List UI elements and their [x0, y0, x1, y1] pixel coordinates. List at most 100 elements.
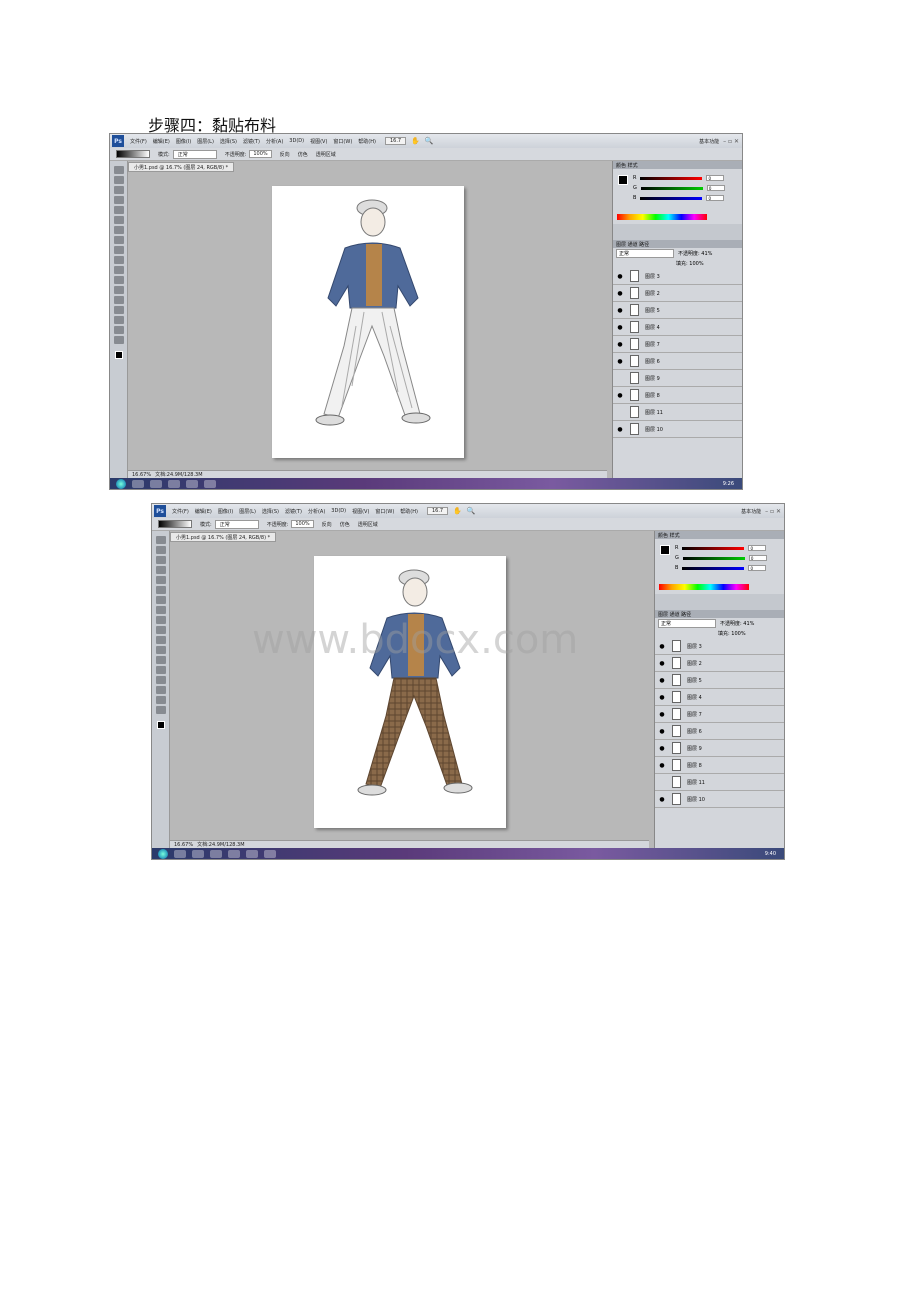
menu-window[interactable]: 窗口(W) [372, 508, 397, 515]
eye-icon[interactable]: ● [616, 358, 624, 365]
eye-icon[interactable]: ● [658, 677, 666, 684]
stamp-tool-icon[interactable] [155, 606, 166, 614]
menu-analysis[interactable]: 分析(A) [305, 508, 328, 515]
hand-tool-icon[interactable] [155, 696, 166, 704]
document-tab[interactable]: 小男1.psd @ 16.7% (图层 24, RGB/8) * [128, 162, 235, 172]
layer-row[interactable]: ● 图层 4 [613, 319, 742, 336]
menu-3d[interactable]: 3D(D) [328, 508, 349, 514]
layer-row[interactable]: ● 图层 7 [613, 336, 742, 353]
move-tool-icon[interactable] [155, 536, 166, 544]
path-select-tool-icon[interactable] [113, 296, 124, 304]
menu-edit[interactable]: 编辑(E) [192, 508, 215, 515]
marquee-tool-icon[interactable] [113, 176, 124, 184]
color-swatch[interactable] [660, 545, 670, 555]
menu-image[interactable]: 图像(I) [173, 138, 194, 145]
stamp-tool-icon[interactable] [113, 236, 124, 244]
window-controls-icon[interactable]: – ▫ ✕ [765, 508, 784, 515]
menu-layer[interactable]: 图层(L) [236, 508, 259, 515]
eraser-tool-icon[interactable] [155, 616, 166, 624]
gradient-tool-icon[interactable] [113, 256, 124, 264]
layer-row[interactable]: ● 图层 5 [655, 672, 784, 689]
eyedropper-tool-icon[interactable] [155, 586, 166, 594]
layer-opacity[interactable]: 不透明度: 41% [678, 250, 712, 257]
layer-row[interactable]: 图层 9 [613, 370, 742, 387]
layer-row[interactable]: ● 图层 5 [613, 302, 742, 319]
zoom-icon[interactable]: 🔍 [467, 507, 476, 515]
eye-icon[interactable]: ● [658, 728, 666, 735]
taskbar-app-icon[interactable] [174, 849, 186, 858]
workspace-dropdown[interactable]: 基本功能 [741, 508, 765, 515]
reverse-checkbox[interactable]: 反向 [280, 151, 290, 158]
taskbar-app-icon[interactable] [246, 849, 258, 858]
layer-row[interactable]: ● 图层 3 [655, 638, 784, 655]
eye-icon[interactable]: ● [616, 324, 624, 331]
green-slider[interactable]: G0 [633, 185, 729, 191]
hand-tool-icon[interactable] [113, 326, 124, 334]
brush-tool-icon[interactable] [113, 226, 124, 234]
wand-tool-icon[interactable] [155, 566, 166, 574]
layer-row[interactable]: 图层 11 [613, 404, 742, 421]
menu-image[interactable]: 图像(I) [215, 508, 236, 515]
eye-icon[interactable]: ● [616, 426, 624, 433]
menu-analysis[interactable]: 分析(A) [263, 138, 286, 145]
green-slider[interactable]: G0 [675, 555, 771, 561]
mode-select[interactable]: 正常 [172, 149, 217, 159]
menu-window[interactable]: 窗口(W) [330, 138, 355, 145]
layer-row[interactable]: ● 图层 4 [655, 689, 784, 706]
menu-filter[interactable]: 滤镜(T) [240, 138, 263, 145]
eye-icon[interactable]: ● [616, 341, 624, 348]
eye-icon[interactable]: ● [658, 762, 666, 769]
eye-icon[interactable]: ● [658, 643, 666, 650]
taskbar-app-icon[interactable] [186, 479, 198, 488]
menu-select[interactable]: 选择(S) [217, 138, 240, 145]
color-swatch[interactable] [618, 175, 628, 185]
color-panel-tabs[interactable]: 颜色 样式 [655, 531, 784, 539]
document-canvas[interactable] [314, 556, 506, 828]
eraser-tool-icon[interactable] [113, 246, 124, 254]
start-button-icon[interactable] [158, 848, 168, 859]
transparency-checkbox[interactable]: 透明区域 [316, 151, 336, 158]
mode-select[interactable]: 正常 [214, 519, 259, 529]
layer-row[interactable]: ● 图层 9 [655, 740, 784, 757]
layer-row[interactable]: ● 图层 2 [613, 285, 742, 302]
menu-help[interactable]: 帮助(H) [355, 138, 379, 145]
dodge-tool-icon[interactable] [155, 636, 166, 644]
color-panel-tabs[interactable]: 颜色 样式 [613, 161, 742, 169]
layer-row[interactable]: ● 图层 8 [655, 757, 784, 774]
zoom-icon[interactable]: 🔍 [425, 137, 434, 145]
start-button-icon[interactable] [116, 478, 126, 489]
blend-mode-select[interactable]: 正常 [616, 248, 674, 258]
document-canvas[interactable] [272, 186, 464, 458]
status-zoom[interactable]: 16.67% [132, 472, 151, 478]
zoom-dropdown[interactable]: 16.7 [426, 507, 449, 515]
lasso-tool-icon[interactable] [155, 556, 166, 564]
layer-row[interactable]: ● 图层 8 [613, 387, 742, 404]
blend-mode-select[interactable]: 正常 [658, 618, 716, 628]
blue-slider[interactable]: B0 [633, 195, 729, 201]
layer-row[interactable]: ● 图层 6 [655, 723, 784, 740]
layer-row[interactable]: ● 图层 3 [613, 268, 742, 285]
pen-tool-icon[interactable] [155, 646, 166, 654]
eye-icon[interactable]: ● [658, 694, 666, 701]
layer-row[interactable]: 图层 11 [655, 774, 784, 791]
menu-file[interactable]: 文件(F) [169, 508, 192, 515]
wand-tool-icon[interactable] [113, 196, 124, 204]
dither-checkbox[interactable]: 仿色 [298, 151, 308, 158]
pen-tool-icon[interactable] [113, 276, 124, 284]
taskbar-app-icon[interactable] [150, 479, 162, 488]
taskbar-app-icon[interactable] [192, 849, 204, 858]
gradient-picker[interactable] [158, 520, 192, 528]
workspace-dropdown[interactable]: 基本功能 [699, 138, 723, 145]
transparency-checkbox[interactable]: 透明区域 [358, 521, 378, 528]
menu-layer[interactable]: 图层(L) [194, 138, 217, 145]
gradient-picker[interactable] [116, 150, 150, 158]
foreground-color-icon[interactable] [114, 351, 123, 359]
marquee-tool-icon[interactable] [155, 546, 166, 554]
hand-icon[interactable]: ✋ [453, 507, 462, 515]
dodge-tool-icon[interactable] [113, 266, 124, 274]
shape-tool-icon[interactable] [113, 306, 124, 314]
text-tool-icon[interactable] [113, 286, 124, 294]
eye-icon[interactable]: ● [658, 745, 666, 752]
menu-select[interactable]: 选择(S) [259, 508, 282, 515]
red-slider[interactable]: R0 [675, 545, 771, 551]
